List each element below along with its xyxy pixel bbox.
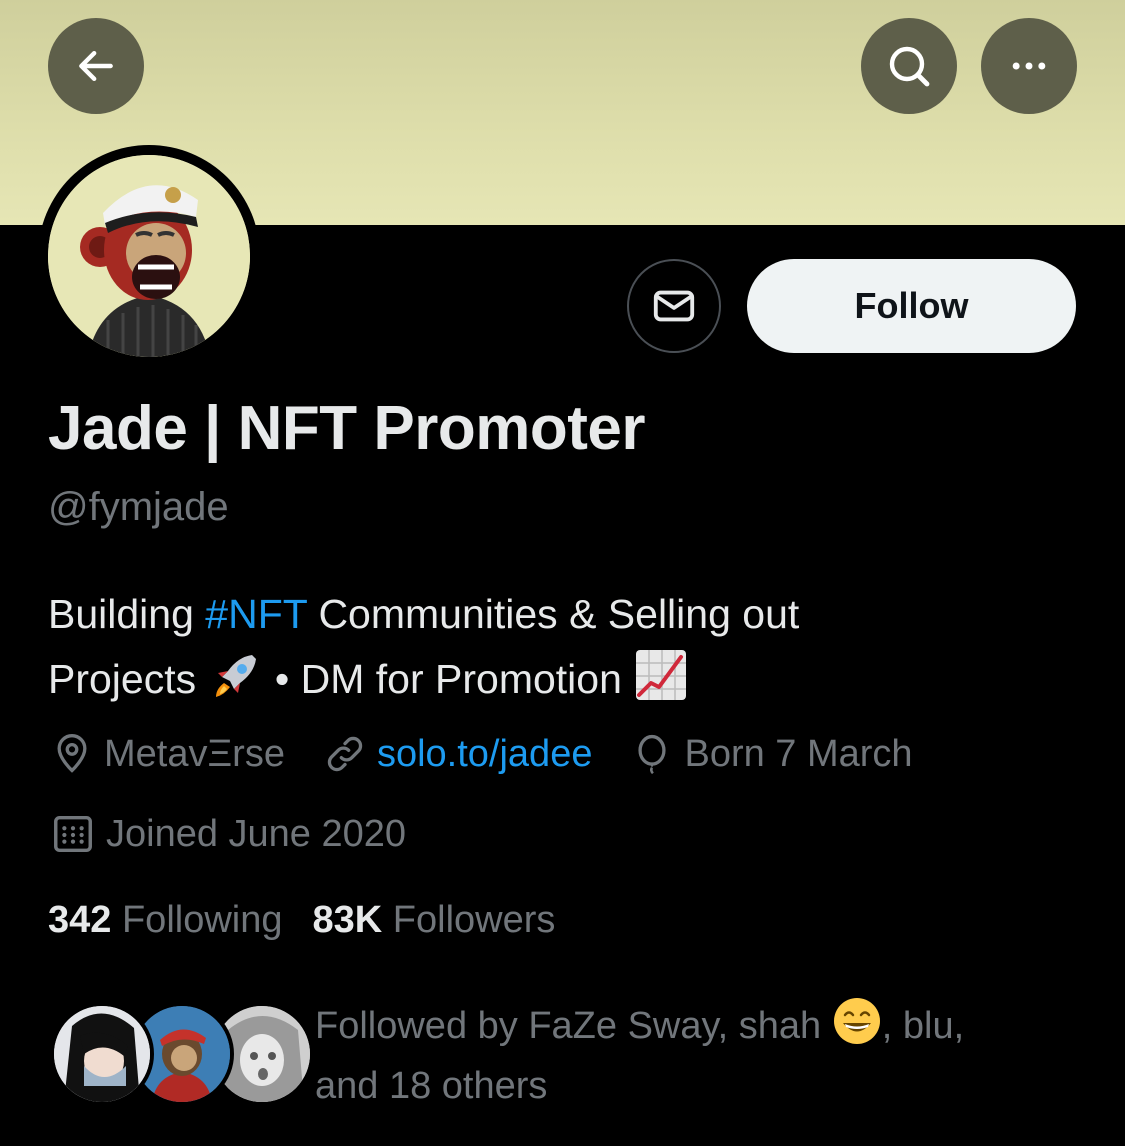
following-stat[interactable]: 342 Following — [48, 899, 283, 941]
rocket-emoji-icon — [215, 655, 256, 697]
birthday-text: Born 7 March — [684, 732, 913, 775]
profile-meta-row: Joined June 2020 — [50, 811, 444, 857]
website-link[interactable]: solo.to/jadee — [377, 733, 593, 776]
bio-text: • DM for Promotion — [263, 656, 634, 702]
grinning-face-emoji-icon — [833, 998, 880, 1044]
bio-text: Communities & Selling out — [307, 591, 800, 637]
avatar[interactable] — [48, 155, 250, 357]
more-button[interactable] — [981, 18, 1077, 114]
anime-avatar-image — [54, 1006, 150, 1102]
envelope-icon — [653, 290, 695, 322]
joined-text: Joined June 2020 — [106, 812, 407, 855]
followed-by-suffix: , blu, — [881, 1005, 965, 1047]
search-icon — [889, 46, 930, 87]
profile-name: Jade | NFT Promoter — [48, 394, 645, 463]
arrow-left-icon — [79, 50, 113, 82]
link-icon — [327, 736, 363, 772]
search-button[interactable] — [861, 18, 957, 114]
balloon-icon — [638, 734, 667, 775]
followed-by-prefix: Followed by FaZe Sway, shah — [315, 1005, 832, 1047]
followed-by-others: and 18 others — [315, 1065, 548, 1107]
avatar — [50, 1002, 154, 1106]
followers-stat[interactable]: 83K Followers — [313, 899, 556, 941]
profile-handle: @fymjade — [48, 485, 229, 529]
ape-avatar-image — [48, 155, 250, 357]
location: MetavΞrse — [50, 732, 285, 776]
location-pin-icon — [57, 734, 87, 773]
back-button[interactable] — [48, 18, 144, 114]
followers-count: 83K — [312, 899, 383, 941]
more-horizontal-icon — [1012, 62, 1046, 70]
profile-bio: Building #NFT Communities & Selling out … — [48, 582, 1088, 712]
follow-button[interactable]: Follow — [747, 259, 1076, 353]
followers-label: Followers — [392, 899, 556, 941]
message-button[interactable] — [627, 259, 721, 353]
chart-increasing-emoji-icon — [636, 650, 687, 700]
joined-date: Joined June 2020 — [50, 811, 406, 857]
bio-text: Building — [48, 591, 206, 637]
hashtag-link[interactable]: #NFT — [205, 591, 307, 637]
profile-meta-row: MetavΞrse solo.to/jadee Born 7 March — [50, 732, 951, 776]
bio-text: Projects — [48, 656, 208, 702]
following-label: Following — [121, 899, 283, 941]
followed-by-text[interactable]: Followed by FaZe Sway, shah , blu, and 1… — [315, 996, 1075, 1116]
website[interactable]: solo.to/jadee — [323, 732, 593, 776]
location-text: MetavΞrse — [104, 732, 285, 775]
profile-stats: 342 Following 83K Followers — [48, 899, 555, 942]
calendar-icon — [54, 815, 92, 853]
following-count: 342 — [48, 899, 112, 941]
birthday: Born 7 March — [630, 732, 913, 776]
